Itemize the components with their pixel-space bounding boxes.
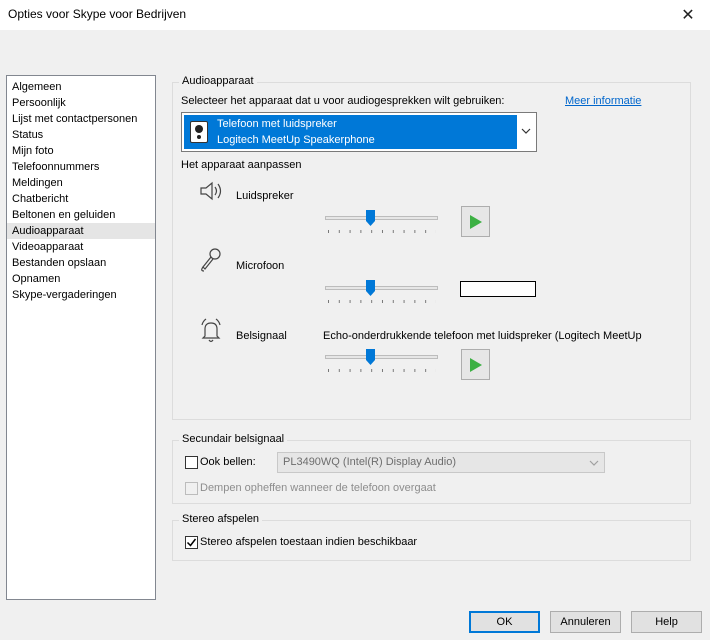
- ok-button[interactable]: OK: [469, 611, 540, 633]
- help-button[interactable]: Help: [631, 611, 702, 633]
- close-icon: ✕: [681, 7, 695, 24]
- sidebar-item-algemeen[interactable]: Algemeen: [7, 79, 155, 95]
- selected-device-name: Logitech MeetUp Speakerphone: [217, 134, 375, 146]
- stereo-legend: Stereo afspelen: [179, 513, 263, 525]
- slider-track: [325, 216, 438, 220]
- sidebar-item-status[interactable]: Status: [7, 127, 155, 143]
- checkmark-icon: [186, 538, 197, 547]
- close-button[interactable]: ✕: [666, 0, 710, 30]
- sidebar-item-bestanden-opslaan[interactable]: Bestanden opslaan: [7, 255, 155, 271]
- also-ring-device-value: PL3490WQ (Intel(R) Display Audio): [283, 456, 457, 468]
- sidebar-item-telefoonnummers[interactable]: Telefoonnummers: [7, 159, 155, 175]
- slider-thumb[interactable]: [366, 210, 375, 226]
- stereo-allow-checkbox[interactable]: [185, 536, 198, 549]
- sidebar-item-audioapparaat[interactable]: Audioapparaat: [7, 223, 155, 239]
- sidebar-item-meldingen[interactable]: Meldingen: [7, 175, 155, 191]
- also-ring-checkbox[interactable]: [185, 456, 198, 469]
- ringer-label: Belsignaal: [236, 330, 287, 342]
- audio-device-legend: Audioapparaat: [179, 75, 257, 87]
- slider-thumb[interactable]: [366, 349, 375, 365]
- options-category-list[interactable]: Algemeen Persoonlijk Lijst met contactpe…: [6, 75, 156, 600]
- customize-heading: Het apparaat aanpassen: [181, 159, 302, 171]
- slider-ticks: [328, 300, 436, 303]
- slider-thumb[interactable]: [366, 280, 375, 296]
- ringer-play-button[interactable]: [461, 349, 490, 380]
- chevron-down-icon: [521, 128, 531, 134]
- selected-device-option[interactable]: Telefoon met luidspreker Logitech MeetUp…: [184, 115, 517, 149]
- ringer-volume-slider[interactable]: [325, 349, 438, 375]
- secondary-ringer-legend: Secundair belsignaal: [179, 433, 288, 445]
- stereo-allow-label: Stereo afspelen toestaan indien beschikb…: [200, 536, 418, 548]
- selected-device-type: Telefoon met luidspreker: [217, 118, 337, 130]
- microphone-icon: [201, 248, 221, 272]
- bell-icon: [201, 318, 221, 343]
- slider-track: [325, 355, 438, 359]
- speaker-play-button[interactable]: [461, 206, 490, 237]
- sidebar-item-chatbericht[interactable]: Chatbericht: [7, 191, 155, 207]
- speaker-icon: [200, 181, 222, 201]
- sidebar-item-contactpersonen[interactable]: Lijst met contactpersonen: [7, 111, 155, 127]
- audio-device-select[interactable]: Telefoon met luidspreker Logitech MeetUp…: [181, 112, 537, 152]
- window-title: Opties voor Skype voor Bedrijven: [8, 7, 187, 21]
- device-instruction: Selecteer het apparaat dat u voor audiog…: [181, 95, 505, 107]
- speakerphone-icon: [190, 121, 208, 143]
- slider-track: [325, 286, 438, 290]
- sidebar-item-beltonen[interactable]: Beltonen en geluiden: [7, 207, 155, 223]
- slider-ticks: [328, 230, 436, 233]
- play-icon: [469, 357, 482, 372]
- title-bar: Opties voor Skype voor Bedrijven ✕: [0, 0, 710, 30]
- also-ring-label: Ook bellen:: [200, 456, 256, 468]
- sidebar-item-opnamen[interactable]: Opnamen: [7, 271, 155, 287]
- microphone-label: Microfoon: [236, 260, 285, 272]
- slider-ticks: [328, 369, 436, 372]
- play-icon: [469, 214, 482, 229]
- sidebar-item-videoapparaat[interactable]: Videoapparaat: [7, 239, 155, 255]
- chevron-down-icon: [589, 460, 599, 466]
- sidebar-item-mijn-foto[interactable]: Mijn foto: [7, 143, 155, 159]
- cancel-button[interactable]: Annuleren: [550, 611, 621, 633]
- speaker-label: Luidspreker: [236, 190, 294, 202]
- sidebar-item-persoonlijk[interactable]: Persoonlijk: [7, 95, 155, 111]
- microphone-volume-slider[interactable]: [325, 280, 438, 306]
- ringer-device-text: Echo-onderdrukkende telefoon met luidspr…: [323, 330, 642, 342]
- unmute-label: Dempen opheffen wanneer de telefoon over…: [200, 482, 436, 494]
- sidebar-item-skype-vergaderingen[interactable]: Skype-vergaderingen: [7, 287, 155, 303]
- speaker-volume-slider[interactable]: [325, 210, 438, 236]
- microphone-level-meter: [460, 281, 536, 297]
- also-ring-device-select[interactable]: PL3490WQ (Intel(R) Display Audio): [277, 452, 605, 473]
- more-info-link[interactable]: Meer informatie: [565, 95, 641, 107]
- unmute-checkbox[interactable]: [185, 482, 198, 495]
